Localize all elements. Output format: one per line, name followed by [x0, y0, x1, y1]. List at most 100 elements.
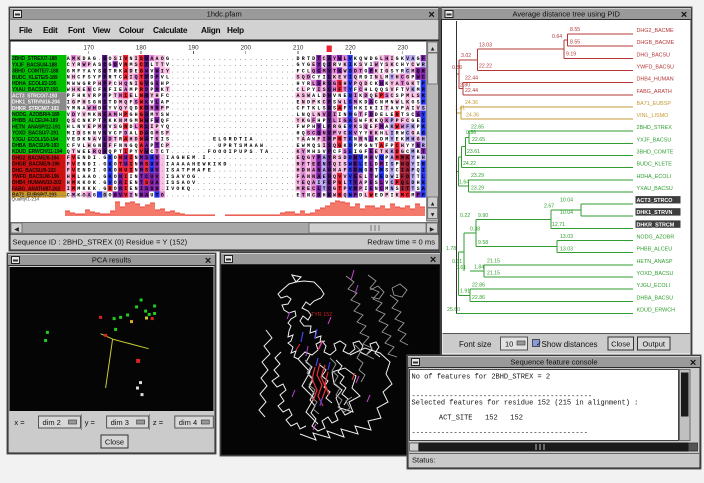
- svg-text:Selected features for residue: Selected features for residue 152 (215 i…: [412, 400, 639, 408]
- svg-text:✕: ✕: [689, 357, 696, 367]
- svg-text:FABG_ARATH: FABG_ARATH: [637, 89, 672, 95]
- svg-text:ACT3_STRCO: ACT3_STRCO: [637, 198, 673, 204]
- svg-text:DHB4_HUMAN: DHB4_HUMAN: [637, 77, 674, 83]
- svg-text:HETN_ANASP: HETN_ANASP: [637, 259, 673, 265]
- svg-text:NODG_AZOBR/4-189: NODG_AZOBR/4-189: [12, 112, 60, 118]
- svg-text:Calculate: Calculate: [153, 25, 188, 35]
- svg-text:10: 10: [505, 340, 513, 349]
- svg-text:NODG_AZOBR: NODG_AZOBR: [637, 235, 675, 241]
- svg-text:BUDC_KLETE: BUDC_KLETE: [637, 162, 673, 168]
- svg-text:........................: ........................: [67, 124, 427, 130]
- svg-text:YXAU_BACSU: YXAU_BACSU: [637, 186, 673, 192]
- svg-text:ACT_SITE 152 152: ACT_SITE 152 152: [439, 415, 523, 423]
- svg-text:FABG_ARATH/87-262: FABG_ARATH/87-262: [12, 186, 61, 192]
- svg-text:180: 180: [136, 45, 147, 52]
- svg-text:9.19: 9.19: [566, 52, 576, 58]
- svg-text:........................: ........................: [67, 68, 427, 74]
- svg-text:Sequence feature console: Sequence feature console: [510, 358, 597, 367]
- svg-text:Font size: Font size: [459, 340, 492, 349]
- svg-text:YWFD_BACSU: YWFD_BACSU: [637, 65, 675, 71]
- svg-text:Close: Close: [105, 438, 124, 447]
- svg-text:DHK1_STRVN/16-204: DHK1_STRVN/16-204: [12, 100, 60, 106]
- svg-text:25.60: 25.60: [447, 307, 460, 313]
- svg-text:210: 210: [293, 45, 304, 52]
- svg-text:190: 190: [188, 45, 199, 52]
- svg-text:......... ......: ......... ......: [67, 143, 427, 149]
- svg-text:Sequence ID : 2BHD_STREX (0) R: Sequence ID : 2BHD_STREX (0) Residue = Y…: [13, 238, 188, 247]
- svg-text:3BHD_COMTE: 3BHD_COMTE: [637, 150, 674, 156]
- svg-text:Redraw time = 0 ms: Redraw time = 0 ms: [367, 238, 435, 247]
- svg-text:No of features for 2BHD_STREX: No of features for 2BHD_STREX = 2: [412, 374, 551, 382]
- svg-text:✕: ✕: [204, 255, 211, 265]
- svg-text:------------------------------: ----------------------------------------…: [412, 430, 588, 438]
- svg-text:10.04: 10.04: [560, 198, 573, 204]
- svg-text:Status:: Status:: [412, 456, 435, 465]
- svg-text:ACT3_STRCO/7-193: ACT3_STRCO/7-193: [12, 93, 57, 99]
- svg-text:24.36: 24.36: [465, 100, 478, 106]
- svg-text:....... . .....: ....... . .....: [67, 149, 427, 155]
- svg-text:........................: ........................: [67, 106, 427, 112]
- svg-text:........................: ........................: [67, 87, 427, 93]
- svg-text:YJGU_ECOLI: YJGU_ECOLI: [637, 283, 671, 289]
- svg-text:x =: x =: [14, 418, 25, 427]
- svg-text:Help: Help: [227, 25, 244, 35]
- svg-text:........................: ........................: [67, 75, 427, 81]
- svg-text:▶: ▶: [430, 227, 435, 233]
- svg-text:z =: z =: [153, 418, 164, 427]
- svg-text:HETN_ANASP/12-191: HETN_ANASP/12-191: [12, 124, 61, 130]
- svg-text:DHG_BACSU/9-193: DHG_BACSU/9-193: [12, 168, 56, 174]
- svg-text:Average distance tree using PI: Average distance tree using PID: [512, 10, 620, 19]
- svg-text:13.03: 13.03: [560, 234, 573, 240]
- svg-text:DHG2_BACME: DHG2_BACME: [637, 28, 675, 34]
- svg-text:........................: ........................: [67, 62, 427, 68]
- svg-text:8.55: 8.55: [570, 27, 580, 33]
- svg-text:◀: ◀: [14, 227, 19, 233]
- svg-text:dim 2: dim 2: [43, 418, 61, 427]
- svg-text:13.03: 13.03: [479, 43, 492, 49]
- svg-text:Font: Font: [68, 25, 85, 35]
- svg-text:200: 200: [241, 45, 252, 52]
- svg-text:. . ...........: . . ...................: [67, 180, 427, 186]
- svg-text:dim 4: dim 4: [179, 418, 197, 427]
- svg-text:1.78: 1.78: [446, 246, 456, 252]
- svg-text:21.15: 21.15: [487, 271, 500, 277]
- svg-text:Output: Output: [642, 340, 665, 349]
- svg-text:PHBB_ALCEU: PHBB_ALCEU: [637, 247, 673, 253]
- svg-text:0.64: 0.64: [552, 34, 562, 40]
- svg-text:Align: Align: [201, 25, 220, 35]
- svg-text:0.86: 0.86: [466, 130, 476, 136]
- svg-text:PCA results: PCA results: [92, 256, 131, 265]
- svg-text:1hdc.pfam: 1hdc.pfam: [207, 10, 242, 19]
- svg-text:1.91: 1.91: [460, 289, 470, 295]
- svg-text:BUDC_KLETE/5-189: BUDC_KLETE/5-189: [12, 75, 58, 81]
- svg-text:13.03: 13.03: [560, 247, 573, 253]
- svg-text:........................: ........................: [67, 99, 427, 105]
- svg-text:✕: ✕: [428, 9, 435, 19]
- svg-text:▲: ▲: [430, 202, 436, 208]
- svg-text:View: View: [93, 25, 111, 35]
- svg-text:TYR 152: TYR 152: [311, 312, 332, 318]
- svg-text:✕: ✕: [680, 9, 687, 19]
- svg-text:▲: ▲: [430, 47, 436, 53]
- svg-text:DHKR_STRCM/7-193: DHKR_STRCM/7-193: [12, 106, 59, 112]
- svg-text:9.58: 9.58: [478, 240, 488, 246]
- svg-text:9.90: 9.90: [478, 213, 488, 219]
- svg-text:Qualfty/1-214: Qualfty/1-214: [12, 197, 40, 202]
- svg-text:DHB4_HUMAN/10-202: DHB4_HUMAN/10-202: [12, 180, 62, 186]
- svg-text:2BHD_STREX: 2BHD_STREX: [637, 125, 673, 131]
- svg-text:YXJF_BACSU/4-188: YXJF_BACSU/4-188: [12, 62, 57, 68]
- svg-text:DHGB_BACME: DHGB_BACME: [637, 40, 675, 46]
- svg-text:10.04: 10.04: [560, 210, 573, 216]
- svg-text:1.84: 1.84: [474, 265, 484, 271]
- svg-text:Edit: Edit: [43, 25, 58, 35]
- svg-text:21.15: 21.15: [487, 259, 500, 265]
- svg-text:Colour: Colour: [119, 25, 145, 35]
- svg-text:KDUD_ERWCH/11-194: KDUD_ERWCH/11-194: [12, 149, 63, 155]
- svg-text:✕: ✕: [429, 254, 436, 264]
- svg-text:PHBB_ALCEU/4-189: PHBB_ALCEU/4-189: [12, 118, 58, 124]
- svg-text:22.86: 22.86: [472, 295, 485, 301]
- svg-text:File: File: [19, 25, 33, 35]
- svg-text:170: 170: [83, 45, 94, 52]
- svg-text:22.22: 22.22: [479, 64, 492, 70]
- svg-text:Show distances: Show distances: [542, 340, 598, 349]
